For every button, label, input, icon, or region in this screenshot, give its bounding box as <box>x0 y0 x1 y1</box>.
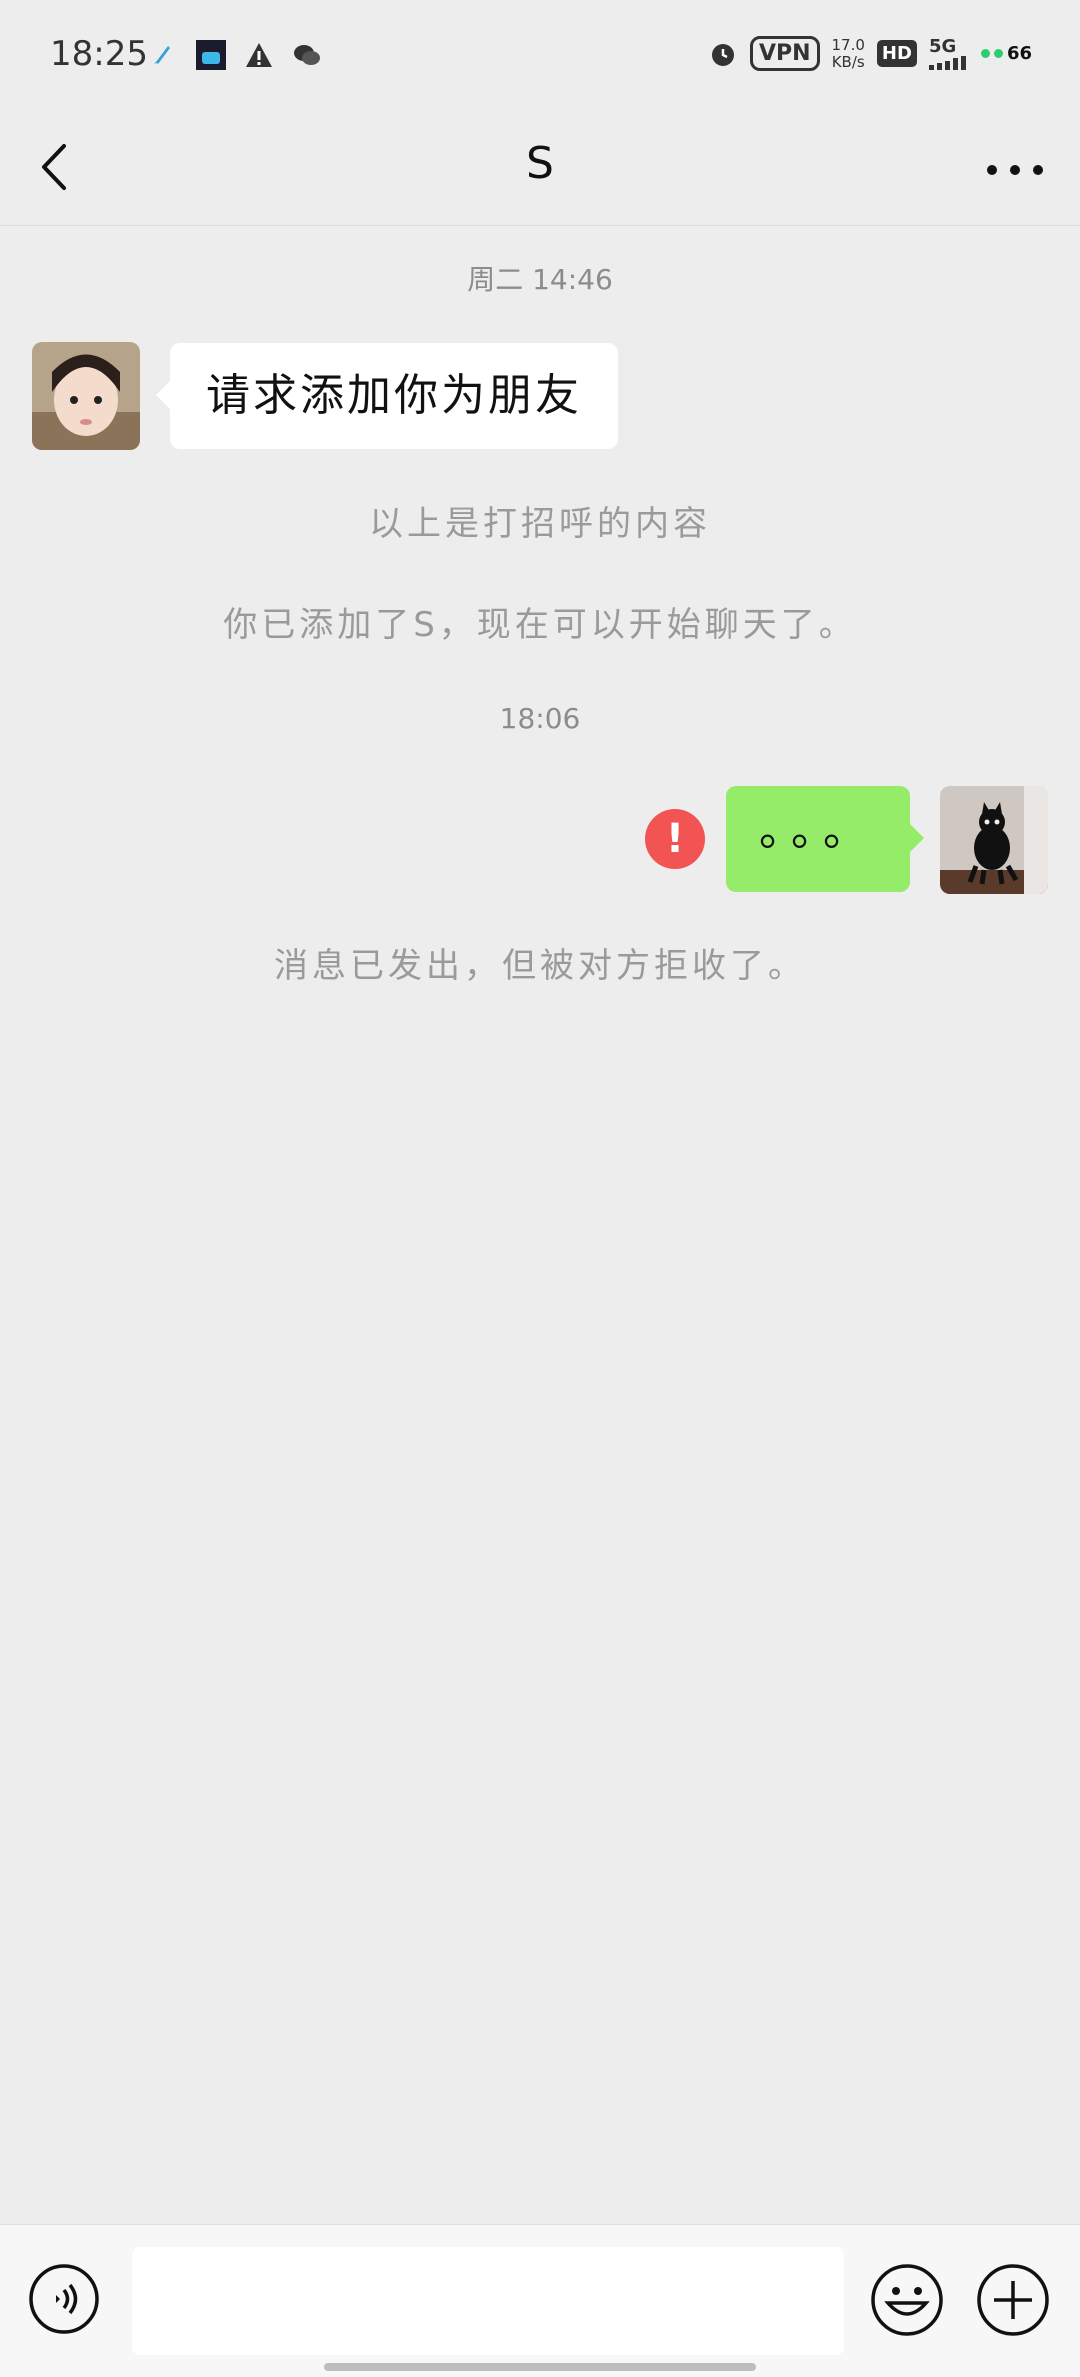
voice-icon[interactable] <box>28 2263 100 2335</box>
input-bar <box>0 2224 1080 2377</box>
chat-header: S <box>0 110 1080 226</box>
my-avatar[interactable] <box>940 786 1048 894</box>
network-speed-value: 17.0 <box>831 35 865 54</box>
home-indicator[interactable] <box>324 2363 756 2371</box>
battery-indicator: 66 <box>980 43 1032 64</box>
wechat-icon <box>294 45 320 65</box>
status-time: 18:25 <box>50 34 148 74</box>
battery-level: 66 <box>1006 43 1032 64</box>
hd-badge: HD <box>876 40 917 67</box>
network-speed-unit: KB/s <box>831 52 865 71</box>
signal-indicator: 5G <box>928 35 969 70</box>
vpn-badge: VPN <box>749 36 820 71</box>
battery-dot-icon <box>993 49 1003 58</box>
alarm-icon <box>711 43 734 66</box>
black-cat-avatar-image <box>940 786 1048 894</box>
system-message-rejected: 消息已发出，但被对方拒收了。 <box>274 946 806 986</box>
message-input[interactable] <box>132 2247 844 2355</box>
network-speed: 17.0 KB/s <box>831 35 865 71</box>
system-message-greeting: 以上是打招呼的内容 <box>369 504 711 544</box>
outgoing-message-bubble[interactable]: 。。。 <box>726 786 924 892</box>
signal-bars-icon <box>928 55 966 70</box>
status-right-icons: VPN 17.0 KB/s HD 5G 66 <box>708 36 1032 71</box>
status-notification-icons <box>148 40 322 70</box>
chat-title: S <box>526 138 554 189</box>
send-failed-icon[interactable]: ! <box>645 809 705 869</box>
rocket-icon <box>154 46 170 64</box>
battery-dot-icon <box>980 49 990 58</box>
child-avatar-image <box>32 342 140 450</box>
emoji-icon[interactable] <box>870 2263 944 2337</box>
status-bar: 18:25 VPN 17.0 KB/s HD 5G 66 <box>0 0 1080 110</box>
system-message-added: 你已添加了S，现在可以开始聊天了。 <box>223 605 857 645</box>
bilibili-icon <box>196 40 226 70</box>
plus-icon[interactable] <box>976 2263 1050 2337</box>
contact-avatar[interactable] <box>32 342 140 450</box>
network-type: 5G <box>928 35 957 57</box>
incoming-message-bubble[interactable]: 请求添加你为朋友 <box>156 343 618 449</box>
more-icon[interactable] <box>980 138 1050 198</box>
message-timestamp: 周二 14:46 <box>467 263 613 296</box>
message-timestamp: 18:06 <box>499 702 581 735</box>
warning-icon <box>246 43 272 67</box>
